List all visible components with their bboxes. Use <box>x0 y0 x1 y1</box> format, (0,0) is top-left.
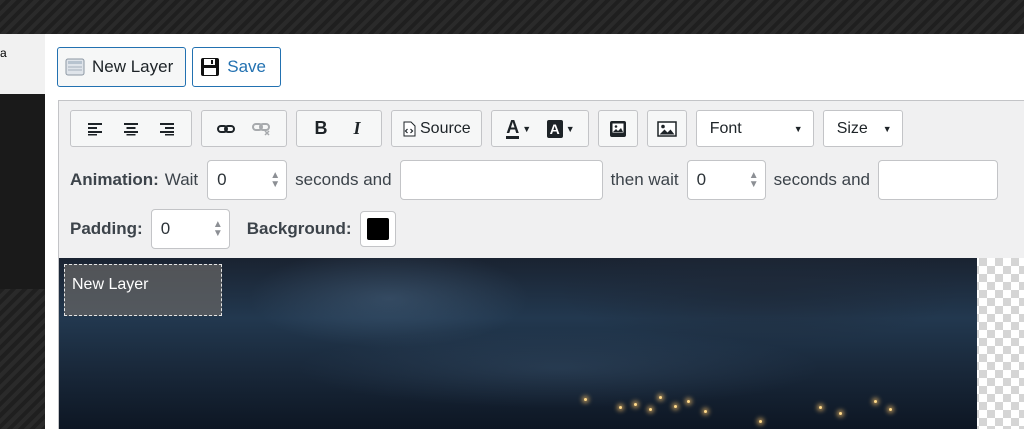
city-light <box>584 398 587 401</box>
insert-picture-group <box>646 110 687 147</box>
text-style-group: B I <box>296 110 382 147</box>
padding-stepper[interactable]: 0 ▲ ▼ <box>150 209 230 249</box>
save-button[interactable]: Save <box>192 47 282 87</box>
background-panel <box>0 34 46 94</box>
background-color-swatch <box>366 218 389 240</box>
unlink-icon <box>252 122 270 136</box>
city-light <box>634 403 637 406</box>
seconds-and-label: seconds and <box>295 170 392 189</box>
layer-editor-dialog: New Layer Save B I Source A ▼ A ▼ Font ▼… <box>45 34 1024 429</box>
source-group: Source <box>391 110 482 147</box>
city-light <box>674 405 677 408</box>
align-right-button[interactable] <box>149 111 185 146</box>
wait-seconds-value: 0 <box>217 170 227 189</box>
image-box-icon <box>609 120 626 137</box>
align-left-icon <box>88 122 102 135</box>
layer-editor-panel: B I Source A ▼ A ▼ Font ▼ Size ▼ Animati… <box>58 100 1024 429</box>
city-light <box>687 400 690 403</box>
layer-canvas: New Layer <box>59 258 1024 429</box>
city-light <box>819 406 822 409</box>
chevron-down-icon: ▼ <box>522 123 532 134</box>
font-select-value: Font <box>709 119 742 137</box>
size-select-value: Size <box>836 119 868 137</box>
format-toolbar: B I Source A ▼ A ▼ Font ▼ Size ▼ <box>70 110 903 147</box>
link-group <box>201 110 287 147</box>
text-color-button[interactable]: A ▼ <box>498 111 540 146</box>
source-button[interactable]: Source <box>398 111 475 146</box>
align-center-button[interactable] <box>113 111 149 146</box>
layer-text[interactable]: New Layer <box>72 276 148 293</box>
floppy-disk-icon <box>199 56 221 78</box>
source-code-icon <box>403 121 416 136</box>
new-layer-button[interactable]: New Layer <box>57 47 187 87</box>
padding-label: Padding: <box>70 219 143 238</box>
align-group <box>70 110 192 147</box>
background-dark-block <box>0 94 46 289</box>
picture-icon <box>656 120 677 137</box>
dialog-top-bar: New Layer Save <box>57 47 282 87</box>
insert-picture-button[interactable] <box>653 111 681 146</box>
italic-button[interactable]: I <box>339 111 375 146</box>
animation-label: Animation: <box>70 170 159 189</box>
align-center-icon <box>124 122 138 135</box>
stepper-arrows-icon[interactable]: ▲ ▼ <box>270 171 280 190</box>
city-light <box>759 420 762 423</box>
stepper-arrows-icon[interactable]: ▲ ▼ <box>213 220 223 239</box>
align-left-button[interactable] <box>77 111 113 146</box>
background-label: Background: <box>246 219 352 238</box>
then-wait-seconds-value: 0 <box>696 170 707 189</box>
seconds-and-label-2: seconds and <box>773 170 871 189</box>
padding-value: 0 <box>160 219 171 238</box>
font-select[interactable]: Font ▼ <box>695 110 814 147</box>
size-select[interactable]: Size ▼ <box>822 110 903 147</box>
bold-button[interactable]: B <box>303 111 339 146</box>
animation-row: Animation: Wait 0 ▲ ▼ seconds and then wa… <box>70 160 999 200</box>
city-light <box>704 410 707 413</box>
layer-icon <box>64 56 86 78</box>
animation-out-input[interactable] <box>878 160 999 200</box>
padding-background-row: Padding: 0 ▲ ▼ Background: <box>70 209 396 249</box>
save-label: Save <box>227 57 267 76</box>
new-layer-label: New Layer <box>92 57 174 76</box>
source-label: Source <box>420 119 471 137</box>
city-light <box>619 406 622 409</box>
insert-image-button[interactable] <box>604 111 632 146</box>
text-color-icon: A <box>506 117 520 139</box>
align-right-icon <box>160 122 174 135</box>
background-color-button[interactable]: A ▼ <box>540 111 582 146</box>
new-layer-box[interactable]: New Layer <box>64 264 222 316</box>
wait-label: Wait <box>164 170 199 189</box>
chevron-down-icon: ▼ <box>793 123 803 134</box>
unlink-button[interactable] <box>244 111 280 146</box>
color-group: A ▼ A ▼ <box>490 110 589 147</box>
then-wait-label: then wait <box>610 170 679 189</box>
city-light <box>649 408 652 411</box>
background-color-picker[interactable] <box>359 211 396 247</box>
chevron-down-icon: ▼ <box>565 123 575 134</box>
city-light <box>839 412 842 415</box>
city-light <box>874 400 877 403</box>
city-light <box>659 396 662 399</box>
background-text: a <box>0 46 7 60</box>
then-wait-seconds-stepper[interactable]: 0 ▲ ▼ <box>686 160 766 200</box>
insert-link-button[interactable] <box>208 111 244 146</box>
link-icon <box>217 124 235 133</box>
insert-media-group <box>597 110 638 147</box>
background-color-icon: A <box>546 119 563 138</box>
chevron-down-icon: ▼ <box>882 123 892 134</box>
wait-seconds-stepper[interactable]: 0 ▲ ▼ <box>207 160 288 200</box>
animation-in-input[interactable] <box>399 160 603 200</box>
stepper-arrows-icon[interactable]: ▲ ▼ <box>749 171 759 190</box>
city-light <box>889 408 892 411</box>
